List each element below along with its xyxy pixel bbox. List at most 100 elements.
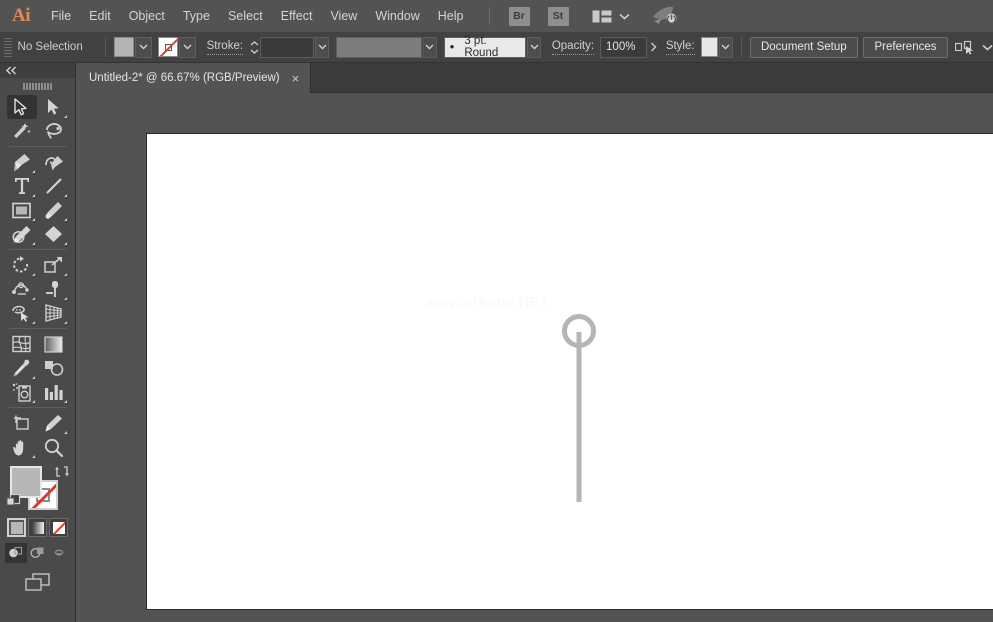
- stroke-weight-stepper[interactable]: [249, 37, 259, 58]
- curvature-tool[interactable]: [39, 150, 69, 174]
- free-transform-tool[interactable]: [39, 277, 69, 301]
- default-fill-stroke-icon: [6, 493, 21, 508]
- width-icon: [12, 280, 32, 298]
- rotate-tool[interactable]: [7, 253, 37, 277]
- draw-behind-icon: [30, 546, 45, 560]
- fill-swatch[interactable]: [114, 37, 134, 57]
- fill-dropdown-button[interactable]: [135, 37, 152, 58]
- width-profile-dropdown-button[interactable]: [423, 37, 438, 58]
- menu-type[interactable]: Type: [174, 0, 219, 32]
- pen-nib-icon: [12, 153, 31, 172]
- tools-panel: [0, 63, 76, 622]
- zoom-tool[interactable]: [39, 435, 69, 459]
- fill-control[interactable]: [114, 37, 152, 58]
- canvas-area[interactable]: www.pHome.NET: [76, 93, 993, 622]
- symbol-sprayer-tool[interactable]: [7, 380, 37, 404]
- chevron-down-icon: [139, 44, 148, 50]
- tools-panel-grip[interactable]: [0, 78, 75, 95]
- column-graph-tool[interactable]: [39, 380, 69, 404]
- rocket-launch-button[interactable]: [652, 6, 678, 26]
- width-tool[interactable]: [7, 277, 37, 301]
- color-mode-solid[interactable]: [7, 518, 26, 537]
- lasso-icon: [44, 122, 64, 140]
- lasso-tool[interactable]: [39, 119, 69, 143]
- type-tool[interactable]: [7, 174, 37, 198]
- direct-selection-tool[interactable]: [39, 95, 69, 119]
- change-screen-mode-button[interactable]: [0, 573, 75, 593]
- menu-window[interactable]: Window: [366, 0, 428, 32]
- hand-tool[interactable]: [7, 435, 37, 459]
- document-tab[interactable]: Untitled-2* @ 66.67% (RGB/Preview) ×: [76, 63, 311, 93]
- menu-help[interactable]: Help: [429, 0, 473, 32]
- preferences-button[interactable]: Preferences: [863, 37, 947, 58]
- draw-inside-mode[interactable]: [49, 543, 71, 563]
- menu-edit[interactable]: Edit: [80, 0, 120, 32]
- rectangle-icon: [12, 202, 31, 219]
- graphic-style-swatch[interactable]: [701, 37, 718, 57]
- opacity-input[interactable]: 100%: [600, 37, 647, 58]
- perspective-grid-icon: [44, 304, 64, 322]
- document-setup-button[interactable]: Document Setup: [750, 37, 858, 58]
- opacity-expand-button[interactable]: [647, 37, 660, 58]
- menu-view[interactable]: View: [321, 0, 366, 32]
- perspective-grid-tool[interactable]: [39, 301, 69, 325]
- menu-effect[interactable]: Effect: [272, 0, 322, 32]
- graphic-style-dropdown-button[interactable]: [719, 37, 734, 58]
- chevron-down-icon: [982, 44, 993, 51]
- pen-tool[interactable]: [7, 150, 37, 174]
- pin-shape[interactable]: [555, 314, 603, 514]
- shape-builder-tool[interactable]: [7, 301, 37, 325]
- bridge-badge-icon[interactable]: Br: [509, 7, 530, 26]
- menu-object[interactable]: Object: [120, 0, 174, 32]
- divider: [105, 37, 106, 57]
- stroke-weight-input[interactable]: [260, 37, 314, 58]
- color-mode-gradient[interactable]: [28, 518, 47, 537]
- draw-inside-icon: [52, 546, 67, 560]
- scale-tool[interactable]: [39, 253, 69, 277]
- control-bar-grip[interactable]: [4, 37, 12, 58]
- chevron-down-icon: [183, 44, 192, 50]
- stroke-color-control[interactable]: [158, 37, 196, 58]
- menu-file[interactable]: File: [42, 0, 80, 32]
- gradient-tool[interactable]: [39, 332, 69, 356]
- blend-tool[interactable]: [39, 356, 69, 380]
- eyedropper-tool[interactable]: [7, 356, 37, 380]
- shaper-pencil-tool[interactable]: [7, 222, 37, 246]
- selection-tool[interactable]: [7, 95, 37, 119]
- menu-select[interactable]: Select: [219, 0, 272, 32]
- select-similar-control[interactable]: [955, 40, 993, 55]
- illustrator-window: Ai File Edit Object Type Select Effect V…: [0, 0, 993, 622]
- brush-definition-input[interactable]: • 3 pt. Round: [444, 37, 526, 58]
- zoom-magnifier-icon: [44, 438, 63, 457]
- rectangle-tool[interactable]: [7, 198, 37, 222]
- stock-badge-icon[interactable]: St: [548, 7, 569, 26]
- artboard[interactable]: www.pHome.NET: [146, 133, 993, 610]
- stroke-swatch-none[interactable]: [158, 37, 178, 57]
- paintbrush-tool[interactable]: [39, 198, 69, 222]
- brush-definition-dropdown-button[interactable]: [527, 37, 542, 58]
- default-fill-stroke-button[interactable]: [6, 493, 21, 513]
- slice-tool[interactable]: [39, 411, 69, 435]
- line-segment-tool[interactable]: [39, 174, 69, 198]
- artboard-tool[interactable]: [7, 411, 37, 435]
- workspace-switcher[interactable]: [588, 8, 634, 25]
- select-similar-icon: [955, 40, 975, 55]
- draw-normal-mode[interactable]: [5, 543, 27, 563]
- tools-collapse-button[interactable]: [0, 63, 75, 78]
- stroke-weight-dropdown-button[interactable]: [315, 37, 330, 58]
- eraser-icon: [44, 225, 63, 243]
- chevron-down-icon: [721, 44, 730, 50]
- change-screen-mode-icon: [24, 573, 52, 593]
- draw-behind-mode[interactable]: [27, 543, 49, 563]
- color-mode-none[interactable]: [49, 518, 68, 537]
- eraser-tool[interactable]: [39, 222, 69, 246]
- width-profile-input[interactable]: [336, 37, 422, 58]
- opacity-label: Opacity:: [552, 39, 594, 55]
- mesh-tool[interactable]: [7, 332, 37, 356]
- stroke-dropdown-button[interactable]: [179, 37, 196, 58]
- scale-icon: [44, 256, 63, 274]
- close-icon[interactable]: ×: [292, 72, 300, 85]
- gradient-icon: [44, 336, 63, 353]
- magic-wand-tool[interactable]: [7, 119, 37, 143]
- swap-fill-stroke-button[interactable]: [55, 465, 69, 483]
